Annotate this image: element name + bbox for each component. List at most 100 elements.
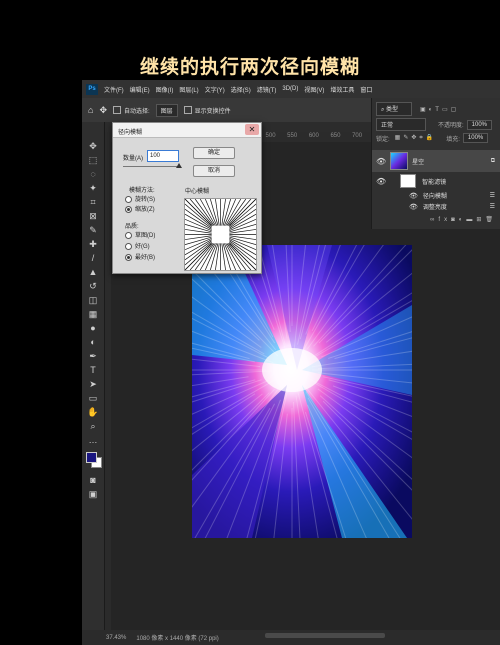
move-icon[interactable]: ✥	[87, 140, 99, 152]
menu-filter[interactable]: 滤镜(T)	[257, 85, 277, 94]
blur-icon[interactable]: ●	[87, 322, 99, 334]
preview-ray	[229, 203, 257, 228]
preview-ray	[189, 243, 214, 271]
lock-icons[interactable]: ▦✎✥⌗🔒	[395, 134, 437, 142]
eraser-icon[interactable]: ◫	[87, 294, 99, 306]
adjustment-icon[interactable]: ◐	[459, 217, 467, 223]
healing-icon[interactable]: ✚	[87, 238, 99, 250]
amount-input[interactable]: 100	[147, 150, 179, 162]
preview-ray	[215, 243, 220, 271]
canvas-image[interactable]	[192, 245, 412, 538]
filter-radial-blur[interactable]: 径向模糊	[423, 191, 447, 200]
menu-image[interactable]: 图像(I)	[156, 85, 174, 94]
move-icon[interactable]: ✥	[99, 105, 107, 116]
menu-layer[interactable]: 图层(L)	[179, 85, 198, 94]
preview-ray	[184, 241, 212, 266]
magic-wand-icon[interactable]: ✦	[87, 182, 99, 194]
trash-icon[interactable]: 🗑	[485, 216, 497, 223]
mask-icon[interactable]: ◙	[451, 217, 459, 223]
eye-icon[interactable]: 👁	[409, 203, 418, 211]
opacity-input[interactable]: 100%	[466, 119, 493, 130]
quality-draft-option[interactable]: 草图(D)	[125, 230, 155, 239]
preview-ray	[184, 235, 212, 240]
center-label: 中心模糊	[185, 189, 210, 195]
foreground-color-swatch[interactable]	[86, 452, 97, 463]
quality-best-option[interactable]: 最好(B)	[125, 252, 155, 261]
more-icon[interactable]: …	[87, 434, 99, 446]
cancel-button[interactable]: 取消	[193, 165, 235, 177]
menu-file[interactable]: 文件(F)	[104, 85, 124, 94]
quality-best-radio[interactable]	[125, 253, 132, 261]
brush-icon[interactable]: /	[87, 252, 99, 264]
screen-mode-icon[interactable]: ▣	[87, 488, 99, 500]
eye-icon[interactable]: 👁	[409, 192, 418, 200]
horizontal-scrollbar[interactable]	[265, 633, 385, 638]
home-icon[interactable]: ⌂	[88, 105, 93, 115]
menu-window[interactable]: 窗口	[360, 85, 372, 94]
layer-select-dropdown[interactable]: 图层	[155, 103, 178, 117]
dodge-icon[interactable]: ◐	[87, 336, 99, 348]
eyedropper-icon[interactable]: ✎	[87, 224, 99, 236]
quality-draft-radio[interactable]	[125, 231, 132, 239]
fx-icon[interactable]: fx	[438, 217, 451, 223]
blur-center-preview[interactable]	[184, 198, 257, 271]
hand-icon[interactable]: ✋	[87, 406, 99, 418]
type-icon[interactable]: T	[87, 364, 99, 376]
frame-icon[interactable]: ⊠	[87, 210, 99, 222]
marquee-icon[interactable]: ⬚	[87, 154, 99, 166]
quality-draft-label: 草图(D)	[135, 233, 156, 239]
filter-options-icon[interactable]: ☰	[490, 203, 495, 210]
layer-filter-icons[interactable]: ▣◐T▭▢	[420, 106, 459, 113]
smart-object-icon: ⧉	[490, 157, 495, 164]
filter-options-icon[interactable]: ☰	[490, 192, 495, 199]
show-transform-label: 显示变换控件	[194, 108, 231, 115]
close-icon[interactable]: ✕	[245, 124, 259, 135]
crop-icon[interactable]: ⌗	[87, 196, 99, 208]
quality-good-radio[interactable]	[125, 242, 132, 250]
method-spin-radio[interactable]	[125, 195, 132, 203]
method-spin-option[interactable]: 旋转(S)	[125, 194, 155, 203]
menu-plugins[interactable]: 增效工具	[330, 85, 354, 94]
fill-input[interactable]: 100%	[462, 133, 489, 143]
blend-mode-dropdown[interactable]: 正常	[376, 118, 426, 131]
show-transform-group: 显示变换控件	[183, 106, 231, 115]
method-zoom-option[interactable]: 缩放(Z)	[125, 204, 155, 213]
dialog-titlebar[interactable]: 径向模糊 ✕	[113, 123, 261, 138]
quality-good-option[interactable]: 好(G)	[125, 241, 150, 250]
method-label: 模糊方法:	[129, 188, 155, 194]
filter-adjust-brightness[interactable]: 调整亮度	[423, 202, 447, 211]
amount-slider-track[interactable]	[123, 166, 179, 167]
eye-icon[interactable]: 👁	[376, 177, 386, 186]
layer-filter-dropdown[interactable]: ⌕ 类型	[376, 102, 412, 116]
amount-slider-thumb[interactable]	[176, 163, 182, 168]
path-select-icon[interactable]: ➤	[87, 378, 99, 390]
zoom-level[interactable]: 37.43%	[106, 635, 126, 641]
stamp-icon[interactable]: ▲	[87, 266, 99, 278]
pen-icon[interactable]: ✒	[87, 350, 99, 362]
eye-icon[interactable]: 👁	[376, 157, 386, 166]
folder-icon[interactable]: ▬	[466, 217, 476, 223]
new-layer-icon[interactable]: ⊞	[476, 216, 485, 223]
method-zoom-radio[interactable]	[125, 205, 132, 213]
ruler-tick-label: 700	[352, 133, 363, 139]
link-icon[interactable]: ∞	[430, 217, 438, 223]
show-transform-checkbox[interactable]	[183, 106, 192, 114]
ok-button[interactable]: 确定	[193, 147, 235, 159]
menu-edit[interactable]: 编辑(E)	[130, 85, 150, 94]
zoom-icon[interactable]: ⌕	[87, 420, 99, 432]
preview-ray	[229, 241, 257, 266]
preview-ray	[184, 203, 212, 228]
dialog-title: 径向模糊	[118, 130, 143, 136]
lasso-icon[interactable]: ◌	[87, 168, 99, 180]
history-brush-icon[interactable]: ↺	[87, 280, 99, 292]
layer-row-starry[interactable]: 👁 星空 ⧉	[372, 150, 500, 172]
menu-view[interactable]: 视图(V)	[304, 85, 324, 94]
shape-icon[interactable]: ▭	[87, 392, 99, 404]
menu-select[interactable]: 选择(S)	[231, 85, 251, 94]
ruler-tick-label: 550	[287, 133, 298, 139]
gradient-icon[interactable]: ▦	[87, 308, 99, 320]
auto-select-checkbox[interactable]	[112, 106, 121, 114]
menu-type[interactable]: 文字(Y)	[205, 85, 225, 94]
menu-3d[interactable]: 3D(D)	[282, 86, 298, 92]
quick-mask-icon[interactable]: ◙	[87, 474, 99, 486]
